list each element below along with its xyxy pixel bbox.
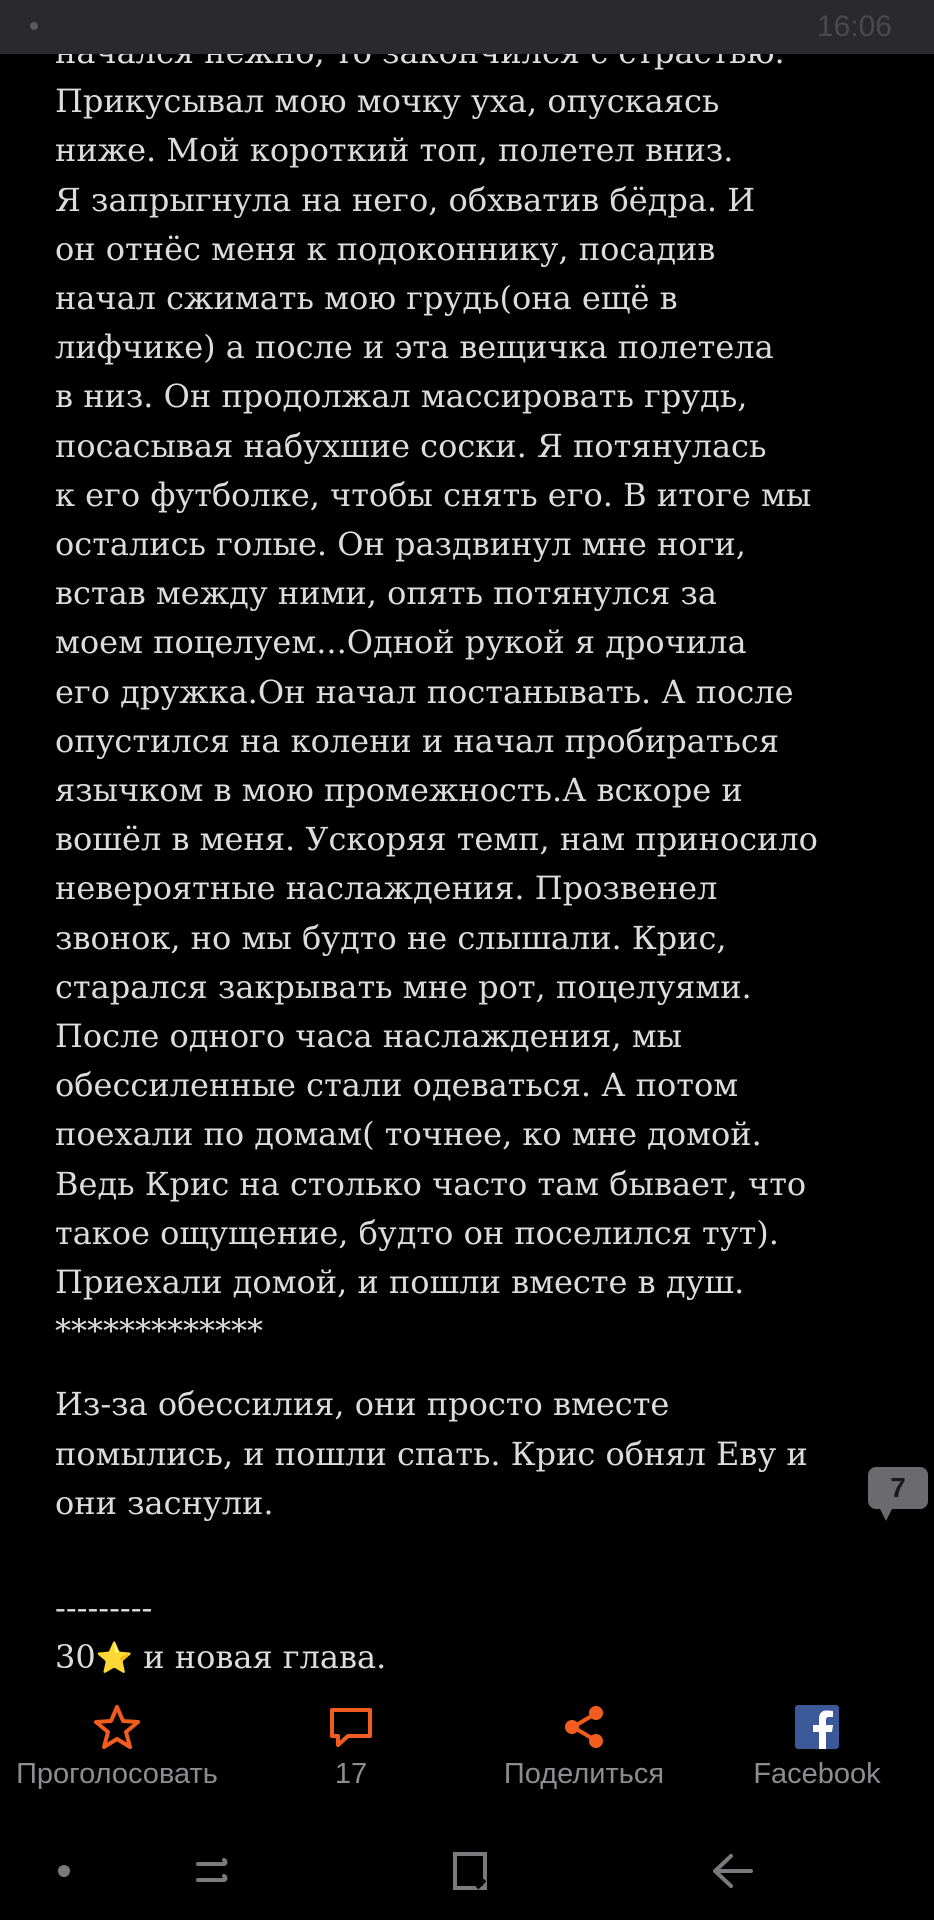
story-line: такое ощущение, будто он поселился тут). [55,1213,779,1252]
share-icon [565,1706,603,1748]
next-chapter-note: 30⭐ и новая глава. [55,1633,875,1683]
story-line: моем поцелуем...Одной рукой я дрочила [55,623,747,662]
comments-button[interactable]: 17 [234,1690,468,1800]
recent-apps-icon[interactable] [182,1844,242,1898]
next-chapter-text: и новая глава. [133,1638,387,1677]
story-line: Я запрыгнула на него, обхватив бёдра. И [55,180,756,219]
story-line: вошёл в меня. Ускоряя темп, нам приносил… [55,820,818,859]
story-line: в низ. Он продолжал массировать грудь, [55,377,748,416]
comments-count: 17 [334,1758,368,1790]
share-label: Поделиться [503,1758,665,1790]
story-text: начался нежно, то закончился с страстью.… [55,0,875,1684]
story-line: невероятные наслаждения. Прозвенел [55,869,718,908]
speech-bubble-icon [330,1708,372,1747]
story-line: ************* [55,1312,263,1351]
story-line: его дружка.Он начал постанывать. А после [55,672,794,711]
facebook-logo-icon [795,1705,839,1749]
star-goal-count: 30 [55,1638,96,1677]
story-line: они заснули. [55,1483,274,1522]
story-paragraph-ending: Из-за обессилия, они просто вместе помыли… [55,1380,875,1528]
story-line: помылись, и пошли спать. Крис обнял Еву … [55,1434,808,1473]
story-line: Ведь Крис на столько часто там бывает, ч… [55,1164,807,1203]
story-line: лифчике) а после и эта вещичка полетела [55,328,774,367]
vote-label: Проголосовать [16,1758,218,1790]
star-outline-icon [94,1705,140,1749]
story-line: опустился на колени и начал пробираться [55,721,780,760]
story-line: звонок, но мы будто не слышали. Крис, [55,918,727,957]
story-divider: --------- [55,1589,153,1628]
story-line: старался закрывать мне рот, поцелуями. [55,967,752,1006]
home-button-icon[interactable] [441,1844,501,1898]
story-line: остались голые. Он раздвинул мне ноги, [55,525,746,564]
story-line: посасывая набухшие соски. Я потянулась [55,426,767,465]
share-button[interactable]: Поделиться [467,1690,701,1800]
story-line: ниже. Мой короткий топ, полетел вниз. [55,131,734,170]
story-line: поехали по домам( точнее, ко мне домой. [55,1115,762,1154]
status-time: 16:06 [816,10,892,43]
story-line: он отнёс меня к подоконнику, посадив [55,229,716,268]
story-line: обессиленные стали одеваться. А потом [55,1066,739,1105]
star-icon: ⭐ [95,1641,134,1677]
story-line: начал сжимать мою грудь(она ещё в [55,279,678,318]
inline-comment-badge[interactable]: 7 [868,1467,928,1521]
nav-dot-icon[interactable] [34,1844,94,1898]
notification-dot-icon [30,22,38,30]
system-navigation-bar [0,1820,934,1920]
story-action-bar: Проголосовать 17 Поделиться Facebook [0,1690,934,1800]
facebook-share-button[interactable]: Facebook [700,1690,934,1800]
story-paragraph: начался нежно, то закончился с страстью.… [55,28,875,1356]
back-arrow-icon[interactable] [703,1844,763,1898]
story-line: язычком в мою промежность.А вскоре и [55,771,743,810]
story-line: Из-за обессилия, они просто вместе [55,1385,670,1424]
story-line: к его футболке, чтобы снять его. В итоге… [55,475,812,514]
vote-button[interactable]: Проголосовать [0,1690,234,1800]
story-line: Приехали домой, и пошли вместе в душ. [55,1263,745,1302]
status-bar: 16:06 [0,0,934,54]
story-line: После одного часа наслаждения, мы [55,1017,683,1056]
facebook-label: Facebook [753,1758,881,1790]
story-line: Прикусывал мою мочку уха, опускаясь [55,82,720,121]
story-line: встав между ними, опять потянулся за [55,574,717,613]
